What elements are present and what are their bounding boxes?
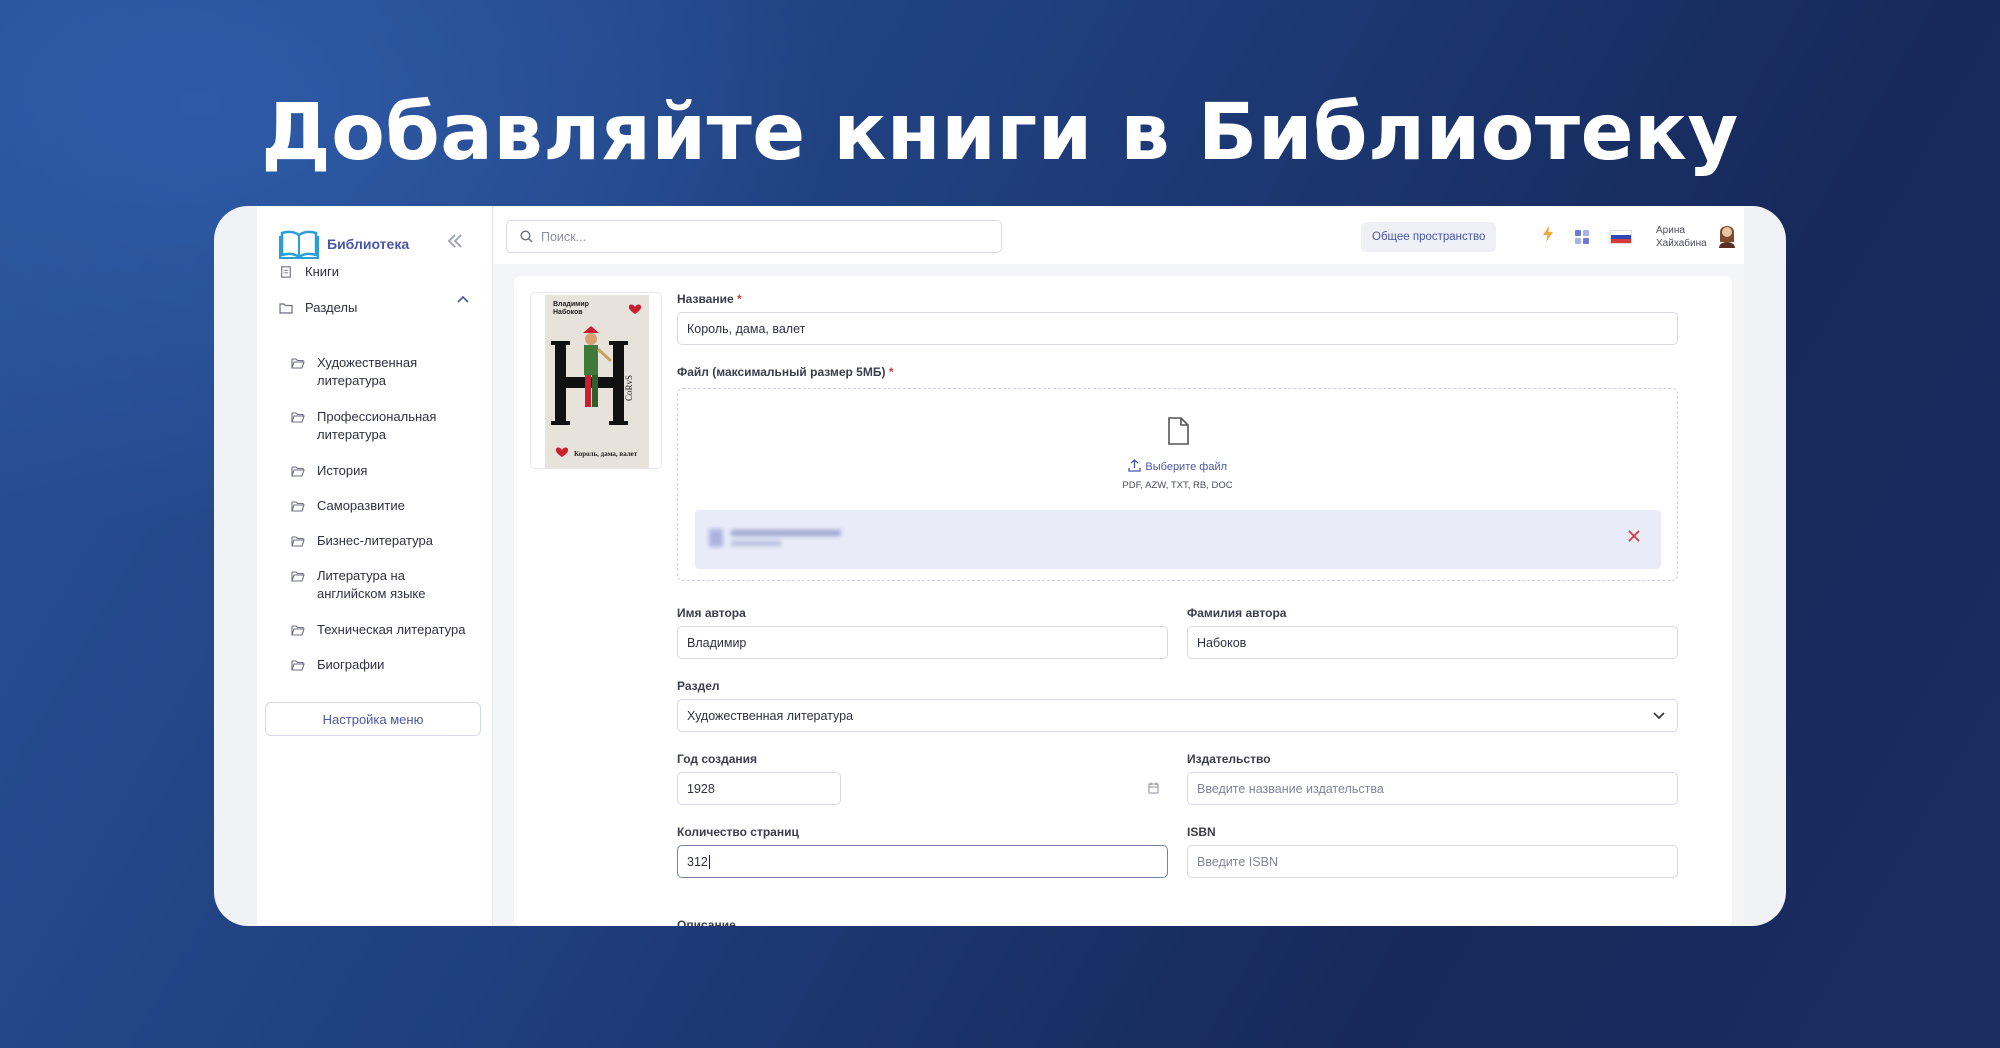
section-label: Раздел — [677, 679, 720, 693]
uploaded-file-name-blurred — [709, 526, 849, 552]
lightning-icon[interactable] — [1542, 226, 1554, 247]
uploaded-file-chip — [695, 510, 1661, 569]
book-cover[interactable]: Владимир Набоков CoRvS Король, дама, вал… — [530, 292, 662, 469]
section-select[interactable]: Художественная литература — [677, 699, 1678, 732]
chevron-up-icon[interactable] — [457, 292, 469, 306]
sidebar-section-label: Бизнес-литература — [317, 533, 433, 548]
folder-open-icon — [291, 412, 305, 423]
logo[interactable]: Библиотека — [279, 228, 409, 260]
pages-label: Количество страниц — [677, 825, 799, 839]
sidebar-section-label: Саморазвитие — [317, 498, 405, 513]
sidebar-section-technical[interactable]: Техническая литература — [291, 621, 465, 639]
app-window: Библиотека Книги Разделы Художественная … — [257, 206, 1744, 926]
file-icon — [1168, 417, 1189, 445]
svg-text:Владимир: Владимир — [553, 301, 589, 308]
user-name[interactable]: Арина Хайхабина — [1656, 224, 1707, 250]
book-cover-image: Владимир Набоков CoRvS Король, дама, вал… — [545, 295, 649, 468]
sidebar-section-label: Литература на английском языке — [317, 568, 426, 601]
logo-text: Библиотека — [327, 236, 410, 252]
apps-grid-icon[interactable] — [1575, 230, 1589, 244]
headline: Добавляйте книги в Библиотеку — [261, 88, 1739, 178]
title-label: Название * — [677, 292, 742, 306]
title-input[interactable]: Король, дама, валет — [677, 312, 1678, 345]
sidebar-section-history[interactable]: История — [291, 462, 367, 480]
sidebar-section-professional[interactable]: Профессиональная литература — [291, 408, 437, 444]
workspace-button[interactable]: Общее пространство — [1361, 222, 1497, 252]
chevron-down-icon — [1653, 712, 1665, 720]
author-first-label: Имя автора — [677, 606, 746, 620]
sidebar-section-label: Художественная литература — [317, 355, 418, 388]
sidebar: Библиотека Книги Разделы Художественная … — [257, 206, 493, 926]
author-first-input[interactable]: Владимир — [677, 626, 1168, 659]
search-input[interactable]: Поиск... — [506, 220, 1002, 253]
sidebar-section-label: История — [317, 463, 368, 478]
sidebar-section-self-development[interactable]: Саморазвитие — [291, 497, 405, 515]
choose-file-button[interactable]: Выберите файл — [678, 457, 1677, 475]
sidebar-item-sections[interactable]: Разделы — [279, 300, 357, 315]
pages-input[interactable]: 312 — [677, 845, 1168, 878]
folder-icon — [279, 302, 293, 314]
folder-open-icon — [291, 660, 305, 671]
russian-flag-icon[interactable] — [1610, 230, 1632, 244]
isbn-label: ISBN — [1187, 825, 1216, 839]
file-formats-hint: PDF, AZW, TXT, RB, DOC — [1122, 480, 1233, 491]
upload-icon — [1128, 459, 1141, 472]
svg-text:Набоков: Набоков — [553, 308, 583, 316]
calendar-icon[interactable] — [1148, 782, 1159, 794]
top-bar: Поиск... Общее пространство Арина Хайхаб… — [494, 206, 1744, 264]
sidebar-section-label: Техническая литература — [317, 622, 466, 637]
sidebar-section-biographies[interactable]: Биографии — [291, 656, 384, 674]
book-form-card: Владимир Набоков CoRvS Король, дама, вал… — [514, 276, 1732, 926]
year-label: Год создания — [677, 752, 758, 766]
year-input[interactable]: 1928 — [677, 772, 841, 805]
sidebar-section-english[interactable]: Литература на английском языке — [291, 567, 437, 603]
menu-settings-button[interactable]: Настройка меню — [265, 702, 481, 736]
svg-text:CoRvS: CoRvS — [624, 375, 634, 401]
publisher-label: Издательство — [1187, 752, 1271, 766]
file-dropzone[interactable]: Выберите файл PDF, AZW, TXT, RB, DOC — [677, 388, 1678, 581]
isbn-input[interactable]: Введите ISBN — [1187, 845, 1678, 878]
sidebar-item-books[interactable]: Книги — [279, 264, 339, 279]
search-icon — [520, 230, 533, 243]
folder-open-icon — [291, 536, 305, 547]
sidebar-item-label: Книги — [305, 264, 340, 279]
description-label: Описание — [677, 918, 736, 926]
screenshot-frame: Библиотека Книги Разделы Художественная … — [214, 206, 1786, 926]
author-last-label: Фамилия автора — [1187, 606, 1287, 620]
folder-open-icon — [291, 625, 305, 636]
book-logo-icon — [279, 230, 319, 259]
sidebar-section-label: Профессиональная литература — [317, 409, 437, 442]
document-icon — [281, 265, 291, 278]
folder-open-icon — [291, 466, 305, 477]
svg-text:Король, дама, валет: Король, дама, валет — [574, 450, 638, 458]
author-last-input[interactable]: Набоков — [1187, 626, 1678, 659]
sidebar-item-label: Разделы — [305, 300, 358, 315]
file-label: Файл (максимальный размер 5МБ) * — [677, 365, 894, 379]
folder-open-icon — [291, 571, 305, 582]
sidebar-section-business[interactable]: Бизнес-литература — [291, 532, 433, 550]
folder-open-icon — [291, 358, 305, 369]
sidebar-section-fiction[interactable]: Художественная литература — [291, 354, 437, 390]
sidebar-section-label: Биографии — [317, 657, 385, 672]
collapse-sidebar-icon[interactable] — [447, 232, 463, 253]
publisher-input[interactable]: Введите название издательства — [1187, 772, 1678, 805]
remove-file-icon[interactable] — [1628, 526, 1640, 547]
search-placeholder: Поиск... — [541, 229, 587, 244]
avatar[interactable] — [1716, 222, 1738, 248]
folder-open-icon — [291, 501, 305, 512]
